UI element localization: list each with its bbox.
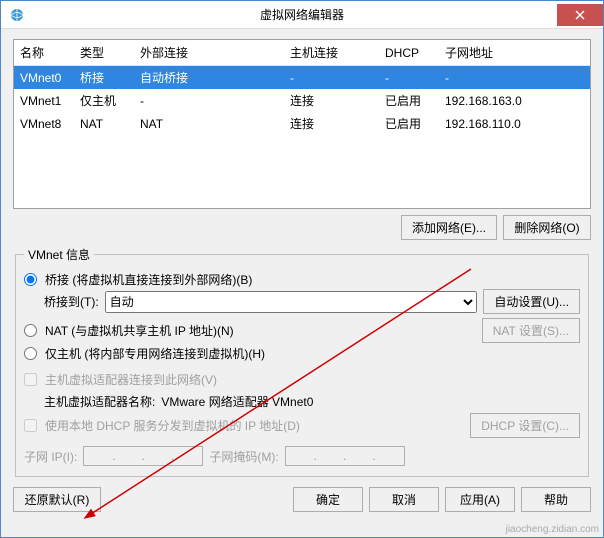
nat-settings-button: NAT 设置(S)... — [482, 318, 580, 343]
subnet-row: 子网 IP(I): ... 子网掩码(M): ... — [24, 444, 580, 468]
add-network-button[interactable]: 添加网络(E)... — [401, 215, 497, 240]
host-adapter-name-label: 主机虚拟适配器名称: — [44, 393, 155, 410]
col-subnet[interactable]: 子网地址 — [439, 40, 590, 66]
vmnet-info-group: VMnet 信息 桥接 (将虚拟机直接连接到外部网络)(B) 桥接到(T): 自… — [15, 246, 589, 477]
dhcp-settings-button: DHCP 设置(C)... — [470, 413, 580, 438]
titlebar: 虚拟网络编辑器 — [1, 1, 603, 29]
dhcp-checkbox — [24, 419, 37, 432]
host-adapter-name-row: 主机虚拟适配器名称: VMware 网络适配器 VMnet0 — [24, 389, 580, 413]
hostonly-radio-row[interactable]: 仅主机 (将内部专用网络连接到虚拟机)(H) — [24, 343, 580, 363]
virtual-network-editor-window: 虚拟网络编辑器 名称 类型 外部连接 主机连接 DHCP 子网地址 — [0, 0, 604, 538]
table-row[interactable]: VMnet8NATNAT连接已启用192.168.110.0 — [14, 112, 590, 135]
cell-dhcp: 已启用 — [379, 112, 439, 135]
subnet-mask-input: ... — [285, 446, 405, 466]
col-host[interactable]: 主机连接 — [284, 40, 379, 66]
cell-host: - — [284, 66, 379, 90]
bridge-to-select[interactable]: 自动 — [105, 291, 478, 313]
restore-defaults-button[interactable]: 还原默认(R) — [13, 487, 101, 512]
cell-subnet: 192.168.163.0 — [439, 89, 590, 112]
col-dhcp[interactable]: DHCP — [379, 40, 439, 66]
cell-host: 连接 — [284, 89, 379, 112]
table-header-row: 名称 类型 外部连接 主机连接 DHCP 子网地址 — [14, 40, 590, 66]
col-type[interactable]: 类型 — [74, 40, 134, 66]
network-table[interactable]: 名称 类型 外部连接 主机连接 DHCP 子网地址 VMnet0桥接自动桥接--… — [13, 39, 591, 209]
auto-settings-button[interactable]: 自动设置(U)... — [483, 289, 580, 314]
cell-external: - — [134, 89, 284, 112]
close-button[interactable] — [557, 4, 603, 26]
watermark: jiaocheng.zidian.com — [506, 524, 599, 535]
apply-button[interactable]: 应用(A) — [445, 487, 515, 512]
hostonly-radio-label: 仅主机 (将内部专用网络连接到虚拟机)(H) — [45, 345, 265, 362]
cell-subnet: - — [439, 66, 590, 90]
nat-radio-row[interactable]: NAT (与虚拟机共享主机 IP 地址)(N) NAT 设置(S)... — [24, 318, 580, 343]
table-row[interactable]: VMnet1仅主机-连接已启用192.168.163.0 — [14, 89, 590, 112]
host-adapter-checkbox — [24, 373, 37, 386]
remove-network-button[interactable]: 删除网络(O) — [503, 215, 591, 240]
dhcp-check-label: 使用本地 DHCP 服务分发到虚拟机的 IP 地址(D) — [45, 417, 300, 434]
bridge-to-label: 桥接到(T): — [44, 293, 99, 310]
cell-host: 连接 — [284, 112, 379, 135]
col-external[interactable]: 外部连接 — [134, 40, 284, 66]
cell-external: 自动桥接 — [134, 66, 284, 90]
host-adapter-check-row: 主机虚拟适配器连接到此网络(V) — [24, 369, 580, 389]
cell-type: 桥接 — [74, 66, 134, 90]
cell-dhcp: 已启用 — [379, 89, 439, 112]
vmnet-info-legend: VMnet 信息 — [24, 246, 94, 263]
nat-radio[interactable] — [24, 324, 37, 337]
cell-name: VMnet1 — [14, 89, 74, 112]
cell-name: VMnet8 — [14, 112, 74, 135]
ok-button[interactable]: 确定 — [293, 487, 363, 512]
col-name[interactable]: 名称 — [14, 40, 74, 66]
bridge-radio[interactable] — [24, 273, 37, 286]
dialog-button-bar: 还原默认(R) 确定 取消 应用(A) 帮助 — [13, 483, 591, 512]
nat-radio-label: NAT (与虚拟机共享主机 IP 地址)(N) — [45, 322, 234, 339]
cell-dhcp: - — [379, 66, 439, 90]
cancel-button[interactable]: 取消 — [369, 487, 439, 512]
subnet-mask-label: 子网掩码(M): — [209, 448, 278, 465]
cell-type: NAT — [74, 112, 134, 135]
dhcp-check-row: 使用本地 DHCP 服务分发到虚拟机的 IP 地址(D) DHCP 设置(C).… — [24, 413, 580, 438]
window-title: 虚拟网络编辑器 — [260, 6, 344, 23]
host-adapter-check-label: 主机虚拟适配器连接到此网络(V) — [45, 371, 217, 388]
cell-type: 仅主机 — [74, 89, 134, 112]
bridge-radio-label: 桥接 (将虚拟机直接连接到外部网络)(B) — [45, 271, 252, 288]
help-button[interactable]: 帮助 — [521, 487, 591, 512]
table-row[interactable]: VMnet0桥接自动桥接--- — [14, 66, 590, 90]
cell-external: NAT — [134, 112, 284, 135]
hostonly-radio[interactable] — [24, 347, 37, 360]
host-adapter-name-value: VMware 网络适配器 VMnet0 — [161, 393, 313, 410]
cell-subnet: 192.168.110.0 — [439, 112, 590, 135]
bridge-radio-row[interactable]: 桥接 (将虚拟机直接连接到外部网络)(B) — [24, 269, 580, 289]
subnet-ip-input: ... — [83, 446, 203, 466]
app-icon — [9, 7, 25, 23]
subnet-ip-label: 子网 IP(I): — [24, 448, 77, 465]
cell-name: VMnet0 — [14, 66, 74, 90]
